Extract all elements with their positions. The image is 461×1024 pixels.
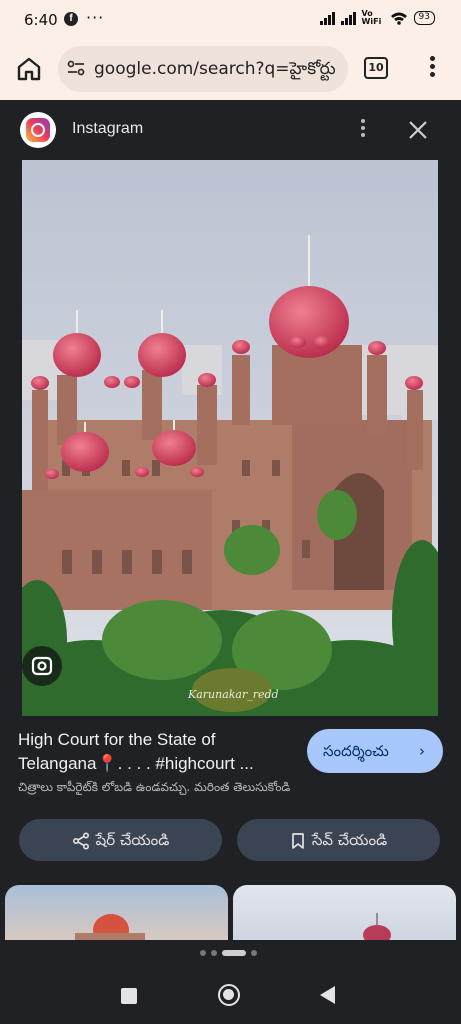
share-button[interactable]: షేర్ చేయండి	[19, 819, 222, 861]
home-nav-icon[interactable]	[218, 984, 240, 1006]
google-lens-button[interactable]	[22, 646, 62, 686]
save-button-label: సేవ్ చేయండి	[311, 831, 388, 849]
share-button-label: షేర్ చేయండి	[95, 831, 170, 849]
tab-switcher-button[interactable]: 10	[364, 57, 388, 79]
image-result-sheet: Instagram Karunakar_redd High Court for …	[0, 100, 461, 940]
high-court-illustration	[22, 160, 438, 716]
status-time: 6:40	[24, 11, 58, 29]
status-bar: 6:40 f ··· Vo WiFi 93	[0, 0, 461, 40]
page-dot-active	[222, 950, 246, 956]
page-dot	[200, 950, 206, 956]
result-caption[interactable]: High Court for the State of Telangana📍. …	[18, 728, 288, 776]
carousel-page-indicator	[200, 950, 257, 956]
result-image[interactable]: Karunakar_redd	[22, 160, 438, 716]
vowifi-label: Vo WiFi	[361, 9, 382, 26]
back-icon[interactable]	[320, 986, 335, 1004]
copyright-notice[interactable]: చిత్రాలు కాపీరైట్‌కి లోబడి ఉండవచ్చు. మరి…	[18, 780, 290, 797]
site-settings-icon[interactable]	[66, 58, 86, 78]
page-dot	[211, 950, 217, 956]
signal-icon	[319, 11, 335, 25]
recent-apps-icon[interactable]	[121, 988, 137, 1004]
source-name[interactable]: Instagram	[72, 120, 143, 138]
visit-button-label: సందర్శించు	[323, 742, 389, 760]
more-dots-icon: ···	[86, 8, 105, 27]
related-image-thumbnail[interactable]	[5, 885, 228, 940]
home-icon[interactable]	[14, 54, 44, 84]
status-indicators: Vo WiFi 93	[319, 9, 435, 26]
system-navigation-bar	[0, 966, 461, 1024]
url-text[interactable]: google.com/search?q=హైకోర్టు	[94, 59, 344, 83]
save-button[interactable]: సేవ్ చేయండి	[237, 819, 440, 861]
browser-menu-icon[interactable]	[424, 54, 440, 82]
visit-button[interactable]: సందర్శించు ›	[307, 729, 443, 773]
photo-watermark: Karunakar_redd	[188, 688, 279, 701]
wifi-icon	[390, 12, 407, 25]
close-icon[interactable]	[406, 118, 430, 142]
browser-toolbar: google.com/search?q=హైకోర్టు 10	[0, 40, 461, 100]
bookmark-icon	[291, 832, 304, 849]
battery-indicator: 93	[413, 11, 435, 25]
page-dot	[251, 950, 257, 956]
lens-icon	[31, 656, 53, 676]
chevron-right-icon: ›	[419, 742, 425, 760]
more-options-icon[interactable]	[356, 118, 370, 142]
facebook-icon: f	[64, 12, 78, 26]
signal-icon-2	[340, 11, 356, 25]
address-bar[interactable]: google.com/search?q=హైకోర్టు	[58, 46, 348, 92]
source-header: Instagram	[0, 100, 461, 160]
instagram-icon	[20, 112, 56, 148]
related-image-thumbnail[interactable]	[233, 885, 456, 940]
share-icon	[72, 831, 89, 850]
